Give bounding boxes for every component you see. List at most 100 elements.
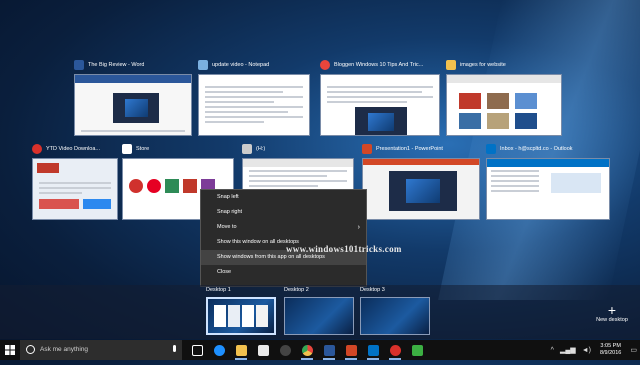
window-preview	[74, 74, 192, 136]
window-title: YTD Video Downloa...	[46, 146, 101, 152]
clock[interactable]: 3:05 PM 8/9/2016	[600, 343, 621, 357]
drive-icon	[242, 144, 252, 154]
window-thumbnail-notepad[interactable]: update video - Notepad	[198, 58, 310, 136]
window-preview	[198, 74, 310, 136]
window-header: update video - Notepad	[198, 58, 310, 72]
window-header: Bloggen Windows 10 Tips And Tric...	[320, 58, 440, 72]
window-preview	[486, 158, 610, 220]
menu-item-label: Show windows from this app on all deskto…	[217, 254, 325, 260]
task-view-icon	[191, 344, 203, 356]
window-preview	[362, 158, 480, 220]
plus-icon: +	[607, 302, 617, 318]
desktop-preview	[284, 297, 354, 335]
window-title: update video - Notepad	[212, 62, 270, 68]
chrome-icon	[301, 344, 313, 356]
window-header: YTD Video Downloa...	[32, 142, 118, 156]
context-menu: Snap left Snap right Move to › Show this …	[200, 189, 367, 287]
media-icon	[279, 344, 291, 356]
new-desktop-label: New desktop	[596, 317, 628, 323]
word-button[interactable]	[318, 340, 340, 360]
ytd-button[interactable]	[384, 340, 406, 360]
window-header: (H:)	[242, 142, 354, 156]
chrome-button[interactable]	[296, 340, 318, 360]
start-button[interactable]	[0, 340, 20, 360]
system-tray: ^ ▂▄▆ ◄) 3:05 PM 8/9/2016 ▭	[548, 340, 640, 360]
task-view-button[interactable]	[186, 340, 208, 360]
edge-button[interactable]	[208, 340, 230, 360]
window-header: Presentation1 - PowerPoint	[362, 142, 480, 156]
window-thumbnail-word[interactable]: The Big Review - Word	[74, 58, 192, 136]
word-icon	[74, 60, 84, 70]
notepad-icon	[198, 60, 208, 70]
window-thumbnail-ytd[interactable]: YTD Video Downloa...	[32, 142, 118, 220]
window-thumbnail-outlook[interactable]: Inbox - h@scpltd.co - Outlook	[486, 142, 610, 220]
chevron-right-icon: ›	[357, 224, 360, 231]
explorer-button[interactable]	[230, 340, 252, 360]
menu-item-label: Snap left	[217, 194, 239, 200]
search-placeholder: Ask me anything	[40, 346, 89, 353]
taskbar: Ask me anything ^ ▂▄▆ ◄) 3:05 PM 8/9/201…	[0, 340, 640, 360]
network-icon[interactable]: ▂▄▆	[560, 346, 576, 354]
microphone-icon[interactable]	[173, 345, 176, 352]
powerpoint-button[interactable]	[340, 340, 362, 360]
desktop-label: Desktop 3	[360, 287, 385, 293]
desktop-label: Desktop 2	[284, 287, 309, 293]
volume-icon[interactable]: ◄)	[582, 347, 591, 354]
window-title: Store	[136, 146, 150, 152]
new-desktop-button[interactable]: + New desktop	[592, 303, 632, 323]
menu-item-label: Snap right	[217, 209, 243, 215]
desktop-2[interactable]: Desktop 2	[284, 287, 354, 335]
menu-item-move-to[interactable]: Move to ›	[201, 220, 366, 235]
window-preview	[32, 158, 118, 220]
store-button[interactable]	[252, 340, 274, 360]
watermark: www.windows101tricks.com	[286, 244, 402, 254]
window-title: Presentation1 - PowerPoint	[376, 146, 443, 152]
menu-item-label: Close	[217, 269, 232, 275]
outlook-icon	[486, 144, 496, 154]
clock-time: 3:05 PM	[600, 343, 621, 349]
show-hidden-icons-chevron[interactable]: ^	[551, 347, 554, 354]
outlook-icon	[367, 344, 379, 356]
chrome-icon	[320, 60, 330, 70]
menu-item-label: Move to	[217, 224, 237, 230]
camtasia-button[interactable]	[406, 340, 428, 360]
action-center-icon[interactable]: ▭	[630, 346, 637, 354]
window-thumbnail-images-folder[interactable]: images for website	[446, 58, 562, 136]
window-thumbnail-chrome[interactable]: Bloggen Windows 10 Tips And Tric...	[320, 58, 440, 136]
window-thumbnail-powerpoint[interactable]: Presentation1 - PowerPoint	[362, 142, 480, 220]
word-icon	[323, 344, 335, 356]
store-icon	[122, 144, 132, 154]
explorer-icon	[235, 344, 247, 356]
window-header: Inbox - h@scpltd.co - Outlook	[486, 142, 610, 156]
powerpoint-icon	[345, 344, 357, 356]
windows-logo-icon	[5, 345, 15, 355]
clock-date: 8/9/2016	[599, 350, 622, 356]
folder-icon	[446, 60, 456, 70]
window-title: images for website	[460, 62, 506, 68]
desktop-3[interactable]: Desktop 3	[360, 287, 430, 335]
window-title: Inbox - h@scpltd.co - Outlook	[500, 146, 573, 152]
ytd-icon	[389, 344, 401, 356]
window-preview	[320, 74, 440, 136]
window-preview	[446, 74, 562, 136]
desktop-preview	[360, 297, 430, 335]
store-icon	[257, 344, 269, 356]
outlook-button[interactable]	[362, 340, 384, 360]
camtasia-icon	[411, 344, 423, 356]
window-header: Store	[122, 142, 234, 156]
window-header: images for website	[446, 58, 562, 72]
window-header: The Big Review - Word	[74, 58, 192, 72]
menu-item-close[interactable]: Close	[201, 265, 366, 280]
window-title: Bloggen Windows 10 Tips And Tric...	[334, 62, 424, 68]
search-box[interactable]: Ask me anything	[20, 340, 182, 360]
edge-icon	[213, 344, 225, 356]
taskbar-icons	[186, 340, 428, 360]
window-title: The Big Review - Word	[88, 62, 145, 68]
desktop-1[interactable]: Desktop 1	[206, 287, 276, 335]
media-button[interactable]	[274, 340, 296, 360]
menu-item-snap-right[interactable]: Snap right	[201, 205, 366, 220]
window-title: (H:)	[256, 146, 266, 152]
desktop-preview	[206, 297, 276, 335]
cortana-icon	[26, 345, 35, 354]
menu-item-snap-left[interactable]: Snap left	[201, 190, 366, 205]
